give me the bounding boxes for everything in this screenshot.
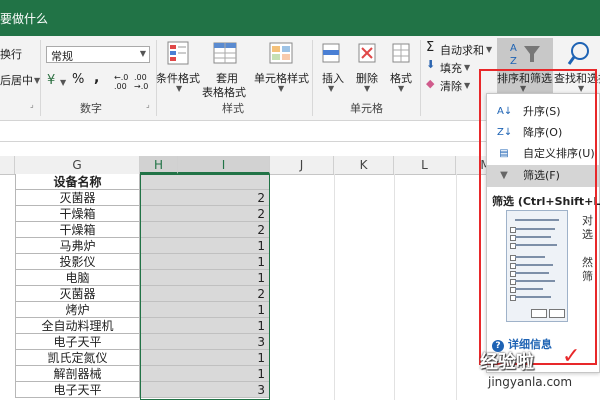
watermark-check-icon: ✓ (562, 344, 581, 369)
sort-filter-icon: A Z (510, 43, 540, 67)
watermark-url: jingyanla.com (488, 375, 573, 389)
cell-g[interactable]: 电脑 (15, 270, 140, 286)
cell-g[interactable]: 投影仪 (15, 254, 140, 270)
column-header-h[interactable]: H (140, 156, 178, 174)
format-icon (392, 43, 410, 63)
cell-g[interactable]: 凯氏定氮仪 (15, 350, 140, 366)
decrease-decimal-button[interactable]: .00 →.0 (134, 73, 150, 91)
group-label-number: 数字 (80, 102, 102, 115)
number-dialog-launcher-icon[interactable]: ⌟ (146, 100, 150, 109)
chevron-down-icon[interactable]: ▼ (486, 45, 492, 54)
cell-g[interactable]: 烤炉 (15, 302, 140, 318)
corner-header (0, 156, 15, 174)
wrap-text-button[interactable]: 换行 (0, 46, 22, 62)
find-magnifier-icon (567, 42, 589, 65)
column-header-g[interactable]: G (15, 156, 140, 174)
column-header-i[interactable]: I (178, 156, 270, 174)
cell-g[interactable]: 干燥箱 (15, 222, 140, 238)
number-format-select[interactable]: 常规 ▼ (46, 46, 150, 63)
fill-button[interactable]: 填充 (440, 60, 462, 76)
chevron-down-icon[interactable]: ▼ (364, 84, 370, 93)
column-header-l[interactable]: L (394, 156, 456, 174)
column-header-k[interactable]: K (334, 156, 394, 174)
separator (420, 40, 421, 116)
number-format-value: 常规 (51, 50, 73, 63)
cell-g[interactable]: 电子天平 (15, 382, 140, 398)
group-label-cells: 单元格 (350, 102, 383, 115)
svg-text:Z: Z (510, 56, 517, 67)
chevron-down-icon: ▼ (139, 49, 146, 58)
svg-text:A: A (510, 43, 517, 54)
group-label-styles: 样式 (222, 102, 244, 115)
chevron-down-icon[interactable]: ▼ (176, 84, 182, 93)
separator (40, 40, 41, 116)
cell-g-header[interactable]: 设备名称 (15, 174, 140, 190)
watermark-text: 经验啦 (480, 352, 534, 373)
percent-button[interactable]: % (72, 72, 84, 87)
selection-border (140, 174, 270, 400)
cell-g[interactable]: 马弗炉 (15, 238, 140, 254)
annotation-highlight-box (479, 69, 597, 365)
chevron-down-icon[interactable]: ▼ (464, 63, 470, 72)
cell-g[interactable]: 解剖器械 (15, 366, 140, 382)
format-as-table-icon (213, 42, 237, 64)
fill-icon[interactable]: ⬇ (426, 58, 435, 71)
column-header-j[interactable]: J (270, 156, 334, 174)
tell-me-search[interactable]: 要做什么 (0, 10, 48, 27)
delete-icon (358, 43, 376, 63)
chevron-down-icon[interactable]: ▼ (328, 84, 334, 93)
cell-g[interactable]: 灭菌器 (15, 286, 140, 302)
comma-style-button[interactable]: , (94, 70, 99, 86)
clear-eraser-icon[interactable]: ◆ (426, 77, 434, 90)
chevron-down-icon[interactable]: ▼ (278, 84, 284, 93)
currency-dropdown-icon[interactable]: ▼ (60, 78, 66, 87)
alignment-dialog-launcher-icon[interactable]: ⌟ (30, 100, 34, 109)
currency-icon[interactable]: ¥ (47, 73, 55, 88)
cell-g[interactable]: 干燥箱 (15, 206, 140, 222)
increase-decimal-button[interactable]: ←.0 .00 (114, 73, 130, 91)
chevron-down-icon[interactable]: ▼ (464, 81, 470, 90)
title-bar: 要做什么 (0, 0, 600, 36)
autosum-button[interactable]: 自动求和 (440, 42, 484, 58)
chevron-down-icon[interactable]: ▼ (398, 84, 404, 93)
cell-styles-icon (269, 42, 293, 64)
merge-center-button[interactable]: 后居中 (0, 72, 33, 88)
insert-icon (322, 43, 340, 63)
cell-g[interactable]: 灭菌器 (15, 190, 140, 206)
cell-g[interactable]: 全自动料理机 (15, 318, 140, 334)
format-as-table-button-line2[interactable]: 表格格式 (202, 84, 246, 100)
clear-button[interactable]: 清除 (440, 78, 462, 94)
conditional-format-icon (167, 41, 189, 65)
cell-g[interactable]: 电子天平 (15, 334, 140, 350)
autosum-icon[interactable]: Σ (426, 40, 434, 55)
separator (312, 40, 313, 116)
